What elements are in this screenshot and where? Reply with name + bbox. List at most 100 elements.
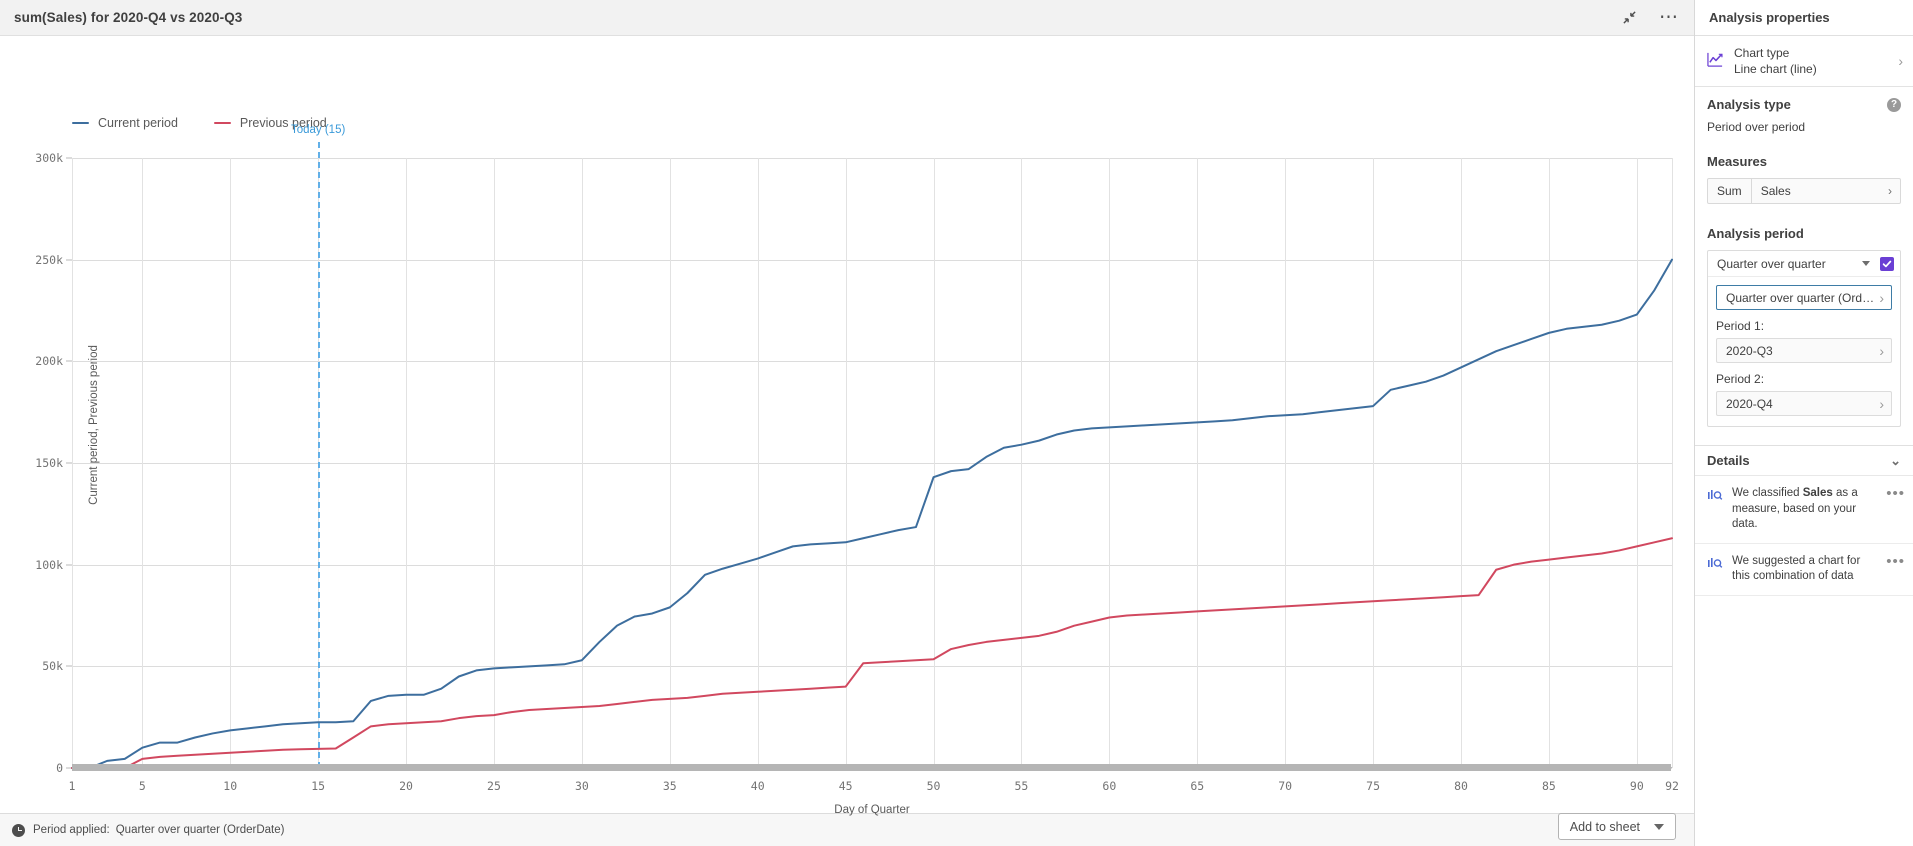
x-axis-tick-label: 40 (750, 779, 765, 793)
period1-select[interactable]: 2020-Q3 › (1716, 338, 1892, 364)
x-axis-tick-label: 92 (1665, 779, 1679, 793)
status-bar: Period applied: Quarter over quarter (Or… (0, 813, 1694, 846)
series-line (72, 260, 1672, 768)
detail-text: We classified Sales as a measure, based … (1732, 486, 1877, 533)
analysis-period-selected: Quarter over quarter (1717, 256, 1826, 271)
analysis-period-section: Analysis period Quarter over quarter Qua… (1695, 204, 1913, 428)
y-axis-tick-label: 300k (35, 151, 63, 165)
chevron-right-icon: › (1879, 342, 1884, 359)
series-line (72, 538, 1672, 768)
x-axis-tick-label: 10 (223, 779, 238, 793)
analysis-type-value: Period over period (1707, 120, 1806, 135)
chart-header-tools: ⋯ (1618, 7, 1680, 29)
chevron-right-icon: › (1888, 184, 1892, 199)
detail-more-options-icon[interactable]: ••• (1886, 554, 1905, 569)
chart-type-text: Chart type Line chart (line) (1734, 45, 1884, 77)
detail-text: We suggested a chart for this combinatio… (1732, 554, 1877, 585)
chart-type-row[interactable]: Chart type Line chart (line) › (1695, 36, 1913, 88)
chart-horizontal-scrollbar[interactable] (72, 764, 1671, 771)
analysis-period-body: Quarter over quarter (Order... › Period … (1708, 277, 1900, 426)
period1-label: Period 1: (1716, 319, 1765, 334)
period2-select[interactable]: 2020-Q4 › (1716, 391, 1892, 417)
analysis-period-card: Quarter over quarter Quarter over quarte… (1707, 250, 1901, 428)
insight-icon (1707, 555, 1723, 571)
calendar-period-value: Quarter over quarter (Order... (1726, 290, 1876, 305)
x-axis-tick-label: 25 (487, 779, 501, 793)
gridline-vertical (1672, 158, 1673, 768)
legend-label-current: Current period (98, 116, 178, 130)
x-axis-tick-label: 90 (1629, 779, 1644, 793)
detail-text-pre: We classified (1732, 487, 1803, 500)
legend-swatch-current (72, 122, 89, 124)
analysis-type-title-row: Analysis type ? (1707, 97, 1901, 112)
y-axis-tick-label: 0 (56, 761, 63, 775)
chart-legend: Current period Previous period (72, 116, 327, 130)
status-label: Period applied: (33, 824, 110, 836)
chevron-right-icon: › (1879, 395, 1884, 412)
x-axis-title: Day of Quarter (834, 804, 910, 816)
analysis-period-selector[interactable]: Quarter over quarter (1708, 251, 1900, 278)
details-header[interactable]: Details ⌄ (1695, 445, 1913, 477)
panel-title: Analysis properties (1695, 0, 1913, 36)
y-axis-tick-label: 50k (42, 659, 63, 674)
chart-body: Current period Previous period Current p… (0, 36, 1694, 816)
details-title: Details (1707, 453, 1750, 469)
x-axis-tick-label: 60 (1102, 779, 1117, 793)
chart-title: sum(Sales) for 2020-Q4 vs 2020-Q3 (14, 10, 243, 25)
app-root: sum(Sales) for 2020-Q4 vs 2020-Q3 ⋯ Curr… (0, 0, 1913, 846)
panel-content: Chart type Line chart (line) › Analysis … (1695, 36, 1913, 846)
line-chart-icon (1707, 51, 1724, 71)
chevron-down-icon[interactable] (1862, 261, 1870, 267)
period2-value: 2020-Q4 (1726, 396, 1773, 411)
chart-panel: sum(Sales) for 2020-Q4 vs 2020-Q3 ⋯ Curr… (0, 0, 1695, 846)
analysis-period-checkbox[interactable] (1880, 256, 1894, 271)
series-lines (72, 158, 1672, 768)
add-to-sheet-label: Add to sheet (1569, 819, 1640, 834)
x-axis-tick-label: 80 (1454, 779, 1468, 793)
chevron-down-icon (1654, 823, 1664, 830)
analysis-type-title: Analysis type (1707, 97, 1791, 113)
chart-type-value: Line chart (line) (1734, 62, 1817, 77)
today-marker-label: Today (15) (290, 124, 346, 136)
measure-row-sales[interactable]: Sum Sales › (1707, 178, 1901, 205)
collapse-icon[interactable] (1618, 7, 1640, 29)
x-axis-tick-label: 85 (1541, 779, 1556, 793)
analysis-period-title: Analysis period (1707, 226, 1804, 242)
measures-section: Measures Sum Sales › (1695, 134, 1913, 205)
period2-label: Period 2: (1716, 372, 1765, 387)
measures-title: Measures (1707, 154, 1767, 170)
detail-text-bold: Sales (1802, 487, 1833, 500)
y-axis-tick-label: 200k (35, 354, 63, 369)
measure-aggregation: Sum (1708, 179, 1752, 204)
legend-swatch-previous (213, 122, 231, 124)
calendar-period-select[interactable]: Quarter over quarter (Order... › (1716, 285, 1892, 311)
analysis-properties-panel: Analysis properties Chart type Line char… (1695, 0, 1913, 846)
y-axis-tick-label: 250k (35, 252, 63, 267)
x-axis-tick-label: 45 (838, 779, 853, 793)
x-axis-tick-label: 50 (926, 779, 941, 793)
help-icon[interactable]: ? (1887, 97, 1901, 112)
x-axis-tick-label: 5 (138, 779, 146, 793)
chevron-right-icon: › (1898, 53, 1903, 70)
add-to-sheet-button[interactable]: Add to sheet (1557, 813, 1676, 840)
x-axis-tick-label: 65 (1190, 779, 1205, 793)
x-axis-tick-label: 20 (399, 779, 413, 793)
legend-item-current-period[interactable]: Current period (72, 116, 178, 130)
x-axis-tick-label: 75 (1366, 779, 1381, 793)
measure-field: Sales (1760, 184, 1791, 199)
x-axis-tick-label: 15 (311, 779, 326, 793)
clock-icon (12, 823, 25, 837)
detail-more-options-icon[interactable]: ••• (1886, 486, 1905, 501)
chart-panel-header: sum(Sales) for 2020-Q4 vs 2020-Q3 ⋯ (0, 0, 1694, 36)
x-axis-tick-label: 1 (68, 779, 76, 793)
x-axis-tick-label: 35 (662, 779, 677, 793)
detail-item[interactable]: We classified Sales as a measure, based … (1695, 476, 1913, 544)
x-axis-tick-label: 55 (1014, 779, 1029, 793)
plot-area: 0 50k 100k 150k 200k 250k 300k 1 5 10 15 20 25 30 35 4… (35, 124, 1679, 816)
detail-text-pre: We suggested a chart for this combinatio… (1732, 554, 1861, 583)
detail-item[interactable]: We suggested a chart for this combinatio… (1695, 544, 1913, 596)
chevron-right-icon: › (1879, 289, 1884, 306)
x-axis-tick-label: 30 (574, 779, 589, 793)
scrollbar-thumb[interactable] (72, 764, 1671, 771)
more-options-icon[interactable]: ⋯ (1658, 7, 1680, 29)
